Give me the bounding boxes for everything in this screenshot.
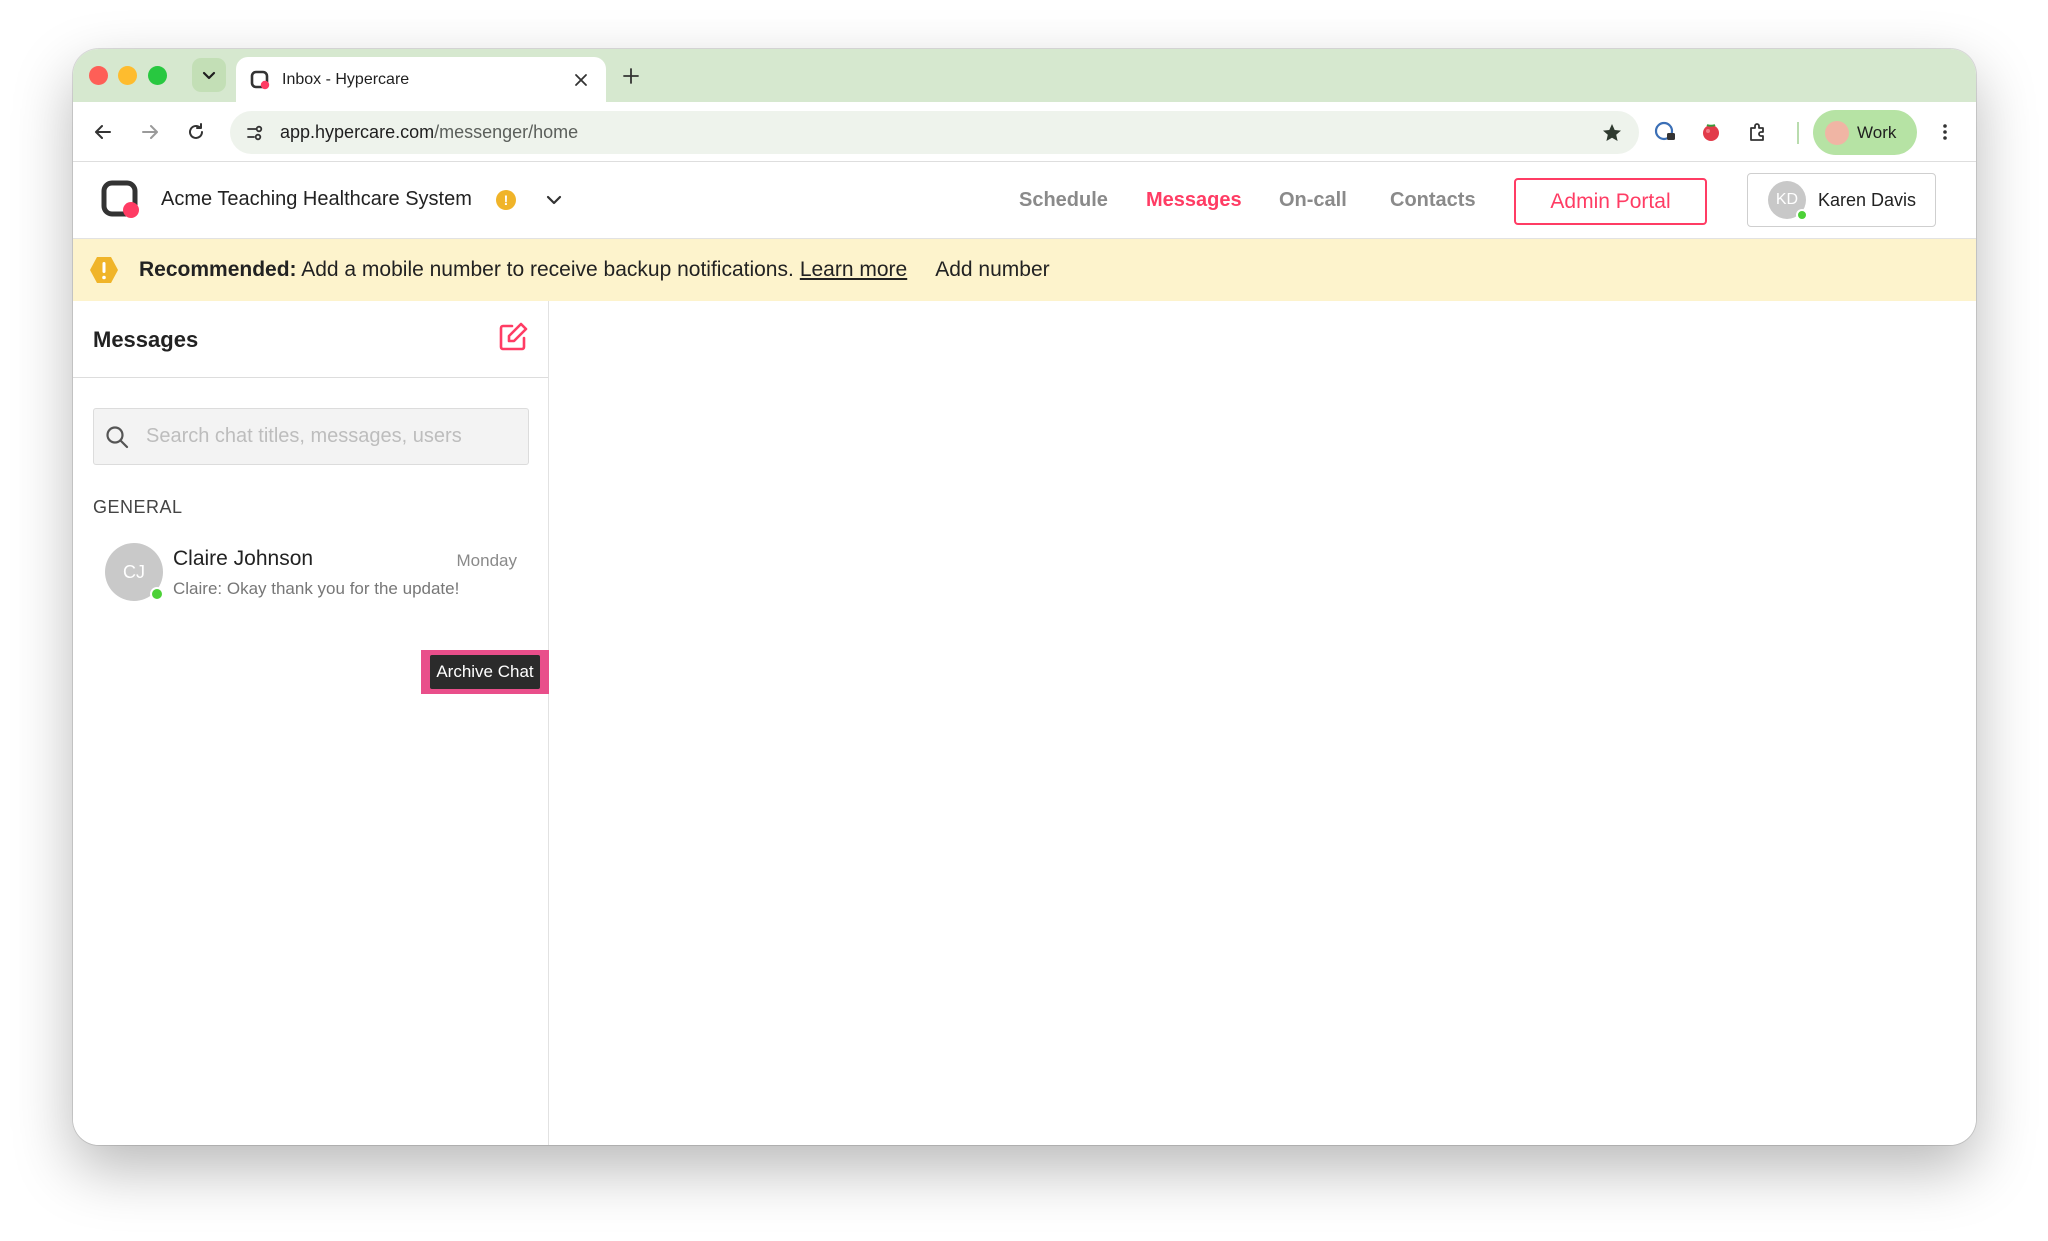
app-header: Acme Teaching Healthcare System ! Schedu… [73, 162, 1976, 239]
admin-portal-button[interactable]: Admin Portal [1514, 178, 1707, 225]
more-vertical-icon [1943, 124, 1947, 140]
chevron-down-icon [546, 195, 562, 205]
warning-hexagon-icon [90, 257, 118, 283]
search-icon [106, 425, 129, 448]
messages-sidebar: Messages GENERAL CJ Claire Johnson Monda… [73, 301, 549, 1145]
chat-list-item[interactable]: CJ Claire Johnson Monday Claire: Okay th… [73, 529, 549, 609]
chat-search-box [93, 408, 529, 465]
chat-name: Claire Johnson [173, 547, 314, 570]
url-path: /messenger/home [434, 122, 579, 142]
user-presence-dot [1796, 209, 1808, 221]
reload-button[interactable] [182, 118, 210, 146]
nav-messages[interactable]: Messages [1146, 189, 1242, 212]
forward-button[interactable] [136, 118, 164, 146]
nav-schedule[interactable]: Schedule [1019, 189, 1108, 212]
tab-strip: Inbox - Hypercare [73, 49, 1976, 102]
minimize-window-button[interactable] [118, 66, 137, 85]
banner-bold: Recommended: [139, 258, 297, 281]
toolbar-divider [1797, 122, 1799, 144]
user-menu-button[interactable]: KD Karen Davis [1747, 173, 1936, 227]
org-name: Acme Teaching Healthcare System [161, 188, 472, 210]
url-host: app.hypercare.com [280, 122, 435, 142]
chat-preview: Claire: Okay thank you for the update! [173, 579, 460, 598]
bookmark-star-icon[interactable] [1599, 120, 1625, 146]
chat-timestamp: Monday [456, 551, 517, 570]
chat-presence-dot [150, 587, 164, 601]
extensions-puzzle-icon[interactable] [1744, 118, 1772, 146]
raspberry-extension-icon[interactable] [1697, 118, 1725, 146]
nav-on-call[interactable]: On-call [1279, 189, 1347, 212]
user-initials: KD [1775, 191, 1799, 208]
profile-avatar [1825, 120, 1849, 145]
chat-search-input[interactable] [146, 425, 516, 448]
browser-window: Inbox - Hypercare app.hypercare.com/mess… [73, 49, 1976, 1145]
browser-tab[interactable]: Inbox - Hypercare [236, 57, 606, 102]
sidebar-header: Messages [73, 301, 548, 378]
new-tab-button[interactable] [618, 63, 644, 89]
browser-toolbar: app.hypercare.com/messenger/home Work [73, 102, 1976, 162]
archive-chat-highlight: Archive Chat [421, 650, 549, 694]
profile-chip[interactable]: Work [1813, 110, 1917, 155]
back-button[interactable] [89, 118, 117, 146]
address-bar[interactable]: app.hypercare.com/messenger/home [230, 111, 1639, 154]
close-icon [575, 73, 587, 86]
user-avatar: KD [1768, 181, 1808, 221]
arrow-right-icon [142, 125, 158, 139]
banner-text: Add a mobile number to receive backup no… [296, 258, 794, 281]
section-label-general: GENERAL [93, 497, 183, 517]
tab-title: Inbox - Hypercare [282, 70, 410, 88]
plus-icon [623, 68, 639, 84]
recommendation-banner: Recommended: Add a mobile number to rece… [73, 239, 1976, 301]
chevron-down-icon [202, 71, 216, 80]
archive-chat-tooltip[interactable]: Archive Chat [430, 655, 540, 689]
tab-search-button[interactable] [192, 58, 226, 92]
hypercare-logo-icon [101, 180, 139, 218]
tab-close-button[interactable] [570, 69, 592, 91]
add-number-button[interactable]: Add number [935, 258, 1049, 281]
user-name: Karen Davis [1818, 189, 1917, 210]
conversation-pane [550, 301, 1976, 1145]
reload-icon [189, 123, 203, 139]
org-warning-icon: ! [496, 190, 516, 210]
site-settings-icon[interactable] [242, 120, 268, 146]
hypercare-favicon-icon [250, 70, 270, 89]
password-manager-extension-icon[interactable] [1651, 118, 1679, 146]
close-window-button[interactable] [89, 66, 108, 85]
browser-menu-button[interactable] [1931, 118, 1959, 146]
arrow-left-icon [95, 125, 111, 139]
compose-icon[interactable] [497, 321, 529, 353]
url-text: app.hypercare.com/messenger/home [280, 122, 578, 143]
learn-more-link[interactable]: Learn more [800, 258, 907, 281]
sidebar-title: Messages [93, 327, 199, 352]
banner-message: Recommended: Add a mobile number to rece… [139, 258, 1050, 282]
nav-contacts[interactable]: Contacts [1390, 189, 1476, 212]
maximize-window-button[interactable] [148, 66, 167, 85]
org-switcher-button[interactable] [542, 188, 566, 212]
profile-label: Work [1857, 122, 1897, 142]
